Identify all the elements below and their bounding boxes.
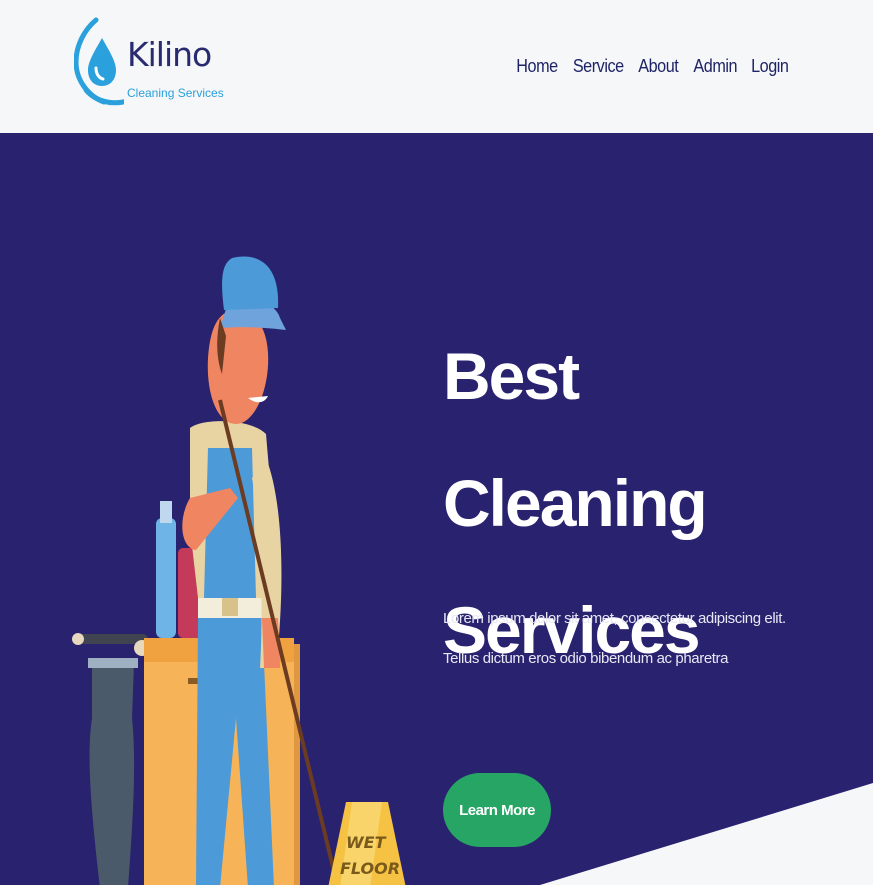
brand-tagline: Cleaning Services (127, 86, 224, 100)
janitor-illustration: WET FLOOR (72, 256, 406, 885)
learn-more-button[interactable]: Learn More (443, 773, 551, 847)
hero-title-line1: Best Cleaning (443, 339, 708, 540)
nav-item-home[interactable]: Home (516, 56, 558, 77)
logo[interactable]: Kilino Cleaning Services (74, 16, 224, 108)
wet-sign-line2: FLOOR (340, 859, 400, 878)
hero-section: WET FLOOR Best Cleaning Services Lorem i… (0, 133, 873, 885)
main-nav: Home Service About Admin Login (514, 56, 791, 77)
nav-item-login[interactable]: Login (752, 56, 790, 77)
nav-item-about[interactable]: About (639, 56, 680, 77)
water-drop-icon (74, 17, 124, 106)
site-header: Kilino Cleaning Services Home Service Ab… (0, 0, 873, 133)
nav-item-admin[interactable]: Admin (693, 56, 737, 77)
hero-description: Lorem ipsum dolor sit amet, consectetur … (443, 610, 786, 667)
wet-sign-line1: WET (346, 833, 387, 852)
brand-name: Kilino (127, 35, 212, 74)
nav-item-service[interactable]: Service (573, 56, 624, 77)
